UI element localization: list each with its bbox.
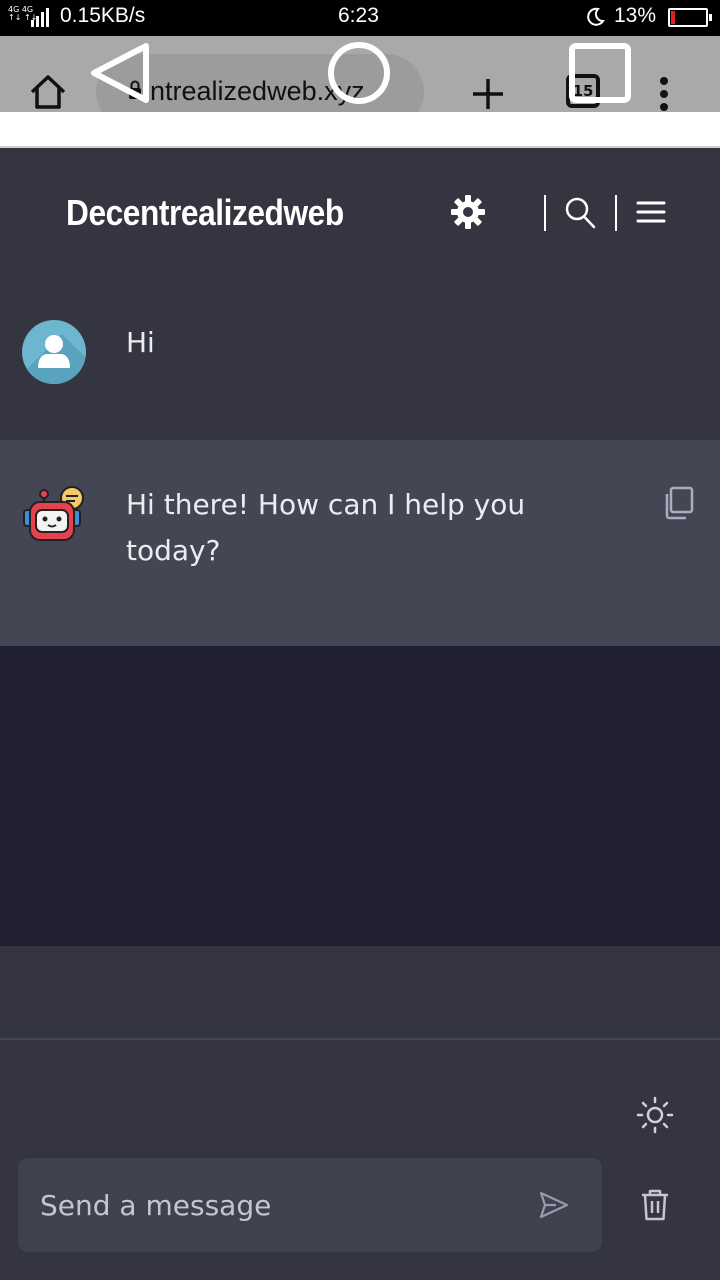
tab-counter[interactable]: 15	[566, 74, 600, 108]
copy-icon[interactable]	[662, 486, 694, 520]
battery-icon	[668, 8, 712, 27]
send-icon[interactable]	[538, 1190, 570, 1220]
trash-icon[interactable]	[640, 1188, 670, 1222]
page-top-strip	[0, 112, 720, 148]
message-text: Hi there! How can I help you today?	[126, 488, 526, 567]
user-avatar-icon	[22, 320, 86, 384]
message-row-user: Hi	[0, 276, 720, 440]
header-divider	[615, 195, 617, 231]
url-text[interactable]: ntrealizedweb.xyz	[150, 76, 365, 107]
browser-toolbar: ntrealizedweb.xyz 15	[0, 36, 720, 130]
battery-percent: 13%	[614, 4, 657, 27]
header-divider	[544, 195, 546, 231]
message-text: Hi	[126, 326, 155, 359]
clock: 6:23	[338, 4, 379, 27]
app-header: Decentrealizedweb	[0, 150, 720, 276]
sun-icon[interactable]	[636, 1096, 674, 1134]
robot-avatar-icon	[23, 486, 84, 541]
signal-icon	[31, 8, 49, 27]
home-icon[interactable]	[28, 74, 68, 110]
search-icon[interactable]	[564, 196, 596, 230]
more-vertical-icon[interactable]	[658, 76, 670, 112]
message-input[interactable]	[18, 1158, 518, 1252]
message-row-assistant: Hi there! How can I help you today?	[0, 440, 720, 646]
hamburger-menu-icon[interactable]	[636, 200, 666, 224]
plus-icon[interactable]	[470, 76, 506, 112]
composer-separator	[0, 1038, 720, 1040]
network-speed: 0.15KB/s	[60, 4, 146, 27]
status-bar: 4G 4G ↑↓ ↑↓ 0.15KB/s 6:23 13%	[0, 0, 720, 36]
chat-empty-area	[0, 646, 720, 946]
lock-icon	[129, 80, 141, 99]
moon-icon	[587, 7, 605, 26]
composer-area	[0, 946, 720, 1280]
settings-gear-icon[interactable]	[450, 194, 486, 230]
message-composer	[18, 1158, 602, 1252]
site-title[interactable]: Decentrealizedweb	[66, 192, 344, 234]
